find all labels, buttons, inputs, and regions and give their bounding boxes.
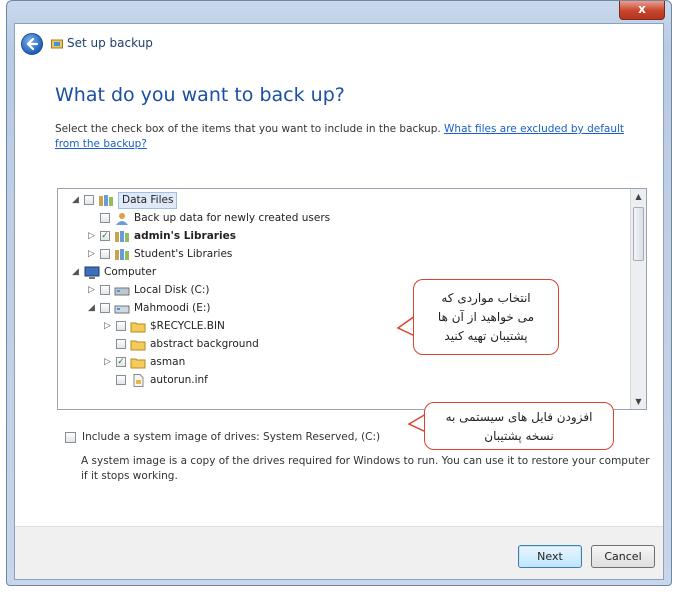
checkbox[interactable] xyxy=(116,321,126,331)
tree-item-label: Local Disk (C:) xyxy=(134,284,210,296)
page-title: What do you want to back up? xyxy=(55,84,345,106)
tree-item-label: Mahmoodi (E:) xyxy=(134,302,211,314)
libraries-icon xyxy=(115,231,129,242)
tree-item-new-users[interactable]: Back up data for newly created users xyxy=(88,210,488,227)
tree-item-label: Data Files xyxy=(118,192,178,209)
drive-icon xyxy=(114,287,130,296)
tree-item-abstract-background[interactable]: abstract background xyxy=(104,336,404,353)
tree-item-local-disk[interactable]: ▷ Local Disk (C:) xyxy=(88,282,388,299)
tree-item-mahmoodi-drive[interactable]: ◢ Mahmoodi (E:) xyxy=(88,300,388,317)
scroll-up-arrow-icon[interactable]: ▲ xyxy=(631,189,646,204)
tree-item-label: asman xyxy=(150,356,186,368)
collapse-arrow-icon[interactable]: ◢ xyxy=(72,192,82,209)
cancel-button[interactable]: Cancel xyxy=(591,545,655,568)
next-button[interactable]: Next xyxy=(518,545,582,568)
callout-line: پشتیبان تهیه کنید xyxy=(444,329,528,343)
callout-system-files: افزودن فایل های سیستمی به نسخه پشتیبان xyxy=(424,402,614,450)
tree-item-label: Back up data for newly created users xyxy=(134,212,331,224)
back-button[interactable] xyxy=(21,33,43,55)
dialog-footer: Next Cancel xyxy=(15,526,663,579)
callout-line: انتخاب مواردی که xyxy=(441,291,531,305)
checkbox[interactable] xyxy=(100,213,110,223)
checkbox[interactable] xyxy=(84,195,94,205)
tree-item-admin-libraries[interactable]: ▷ ✓ admin's Libraries xyxy=(88,228,388,245)
callout-line: افزودن فایل های سیستمی به xyxy=(445,410,593,424)
collapse-arrow-icon[interactable]: ◢ xyxy=(72,264,82,281)
checkbox-checked[interactable]: ✓ xyxy=(100,231,110,241)
checkbox[interactable] xyxy=(100,285,110,295)
tree-item-label: Computer xyxy=(104,266,157,278)
collapse-arrow-icon[interactable]: ◢ xyxy=(88,300,98,317)
system-image-checkbox[interactable] xyxy=(65,432,76,443)
drive-icon xyxy=(114,305,130,314)
tree-item-recycle-bin[interactable]: ▷ $RECYCLE.BIN xyxy=(104,318,404,335)
callout-line: می خواهید از آن ها xyxy=(437,310,535,324)
folder-icon xyxy=(130,358,146,369)
expand-arrow-icon[interactable]: ▷ xyxy=(88,246,98,263)
computer-icon xyxy=(84,266,100,279)
dialog-content: Set up backup What do you want to back u… xyxy=(14,23,664,580)
expand-arrow-icon[interactable]: ▷ xyxy=(104,354,114,371)
tree-scrollbar[interactable]: ▲ ▼ xyxy=(630,189,646,409)
folder-icon xyxy=(130,322,146,333)
expand-arrow-icon[interactable]: ▷ xyxy=(88,228,98,245)
callout-line: نسخه پشتیبان xyxy=(484,429,554,443)
file-icon xyxy=(133,374,144,387)
checkbox[interactable] xyxy=(100,303,110,313)
checkbox[interactable] xyxy=(100,249,110,259)
tree-item-label: abstract background xyxy=(150,338,259,350)
tree-item-data-files[interactable]: ◢ Data Files xyxy=(72,192,372,209)
users-icon xyxy=(116,213,128,225)
instructions-body: Select the check box of the items that y… xyxy=(55,123,441,135)
nav-title: Set up backup xyxy=(67,36,153,50)
backup-icon xyxy=(51,39,63,49)
tree-item-label: admin's Libraries xyxy=(134,230,236,242)
callout-select-items: انتخاب مواردی که می خواهید از آن ها پشتی… xyxy=(413,279,559,355)
libraries-icon xyxy=(99,195,113,206)
system-image-label: Include a system image of drives: System… xyxy=(82,431,381,443)
tree-item-autorun[interactable]: autorun.inf xyxy=(104,372,404,389)
scroll-thumb[interactable] xyxy=(633,207,644,261)
tree-item-label: Student's Libraries xyxy=(134,248,233,260)
dialog-window: x Set up backup What do you want to back… xyxy=(6,0,672,586)
tree-item-student-libraries[interactable]: ▷ Student's Libraries xyxy=(88,246,388,263)
close-button[interactable]: x xyxy=(619,1,665,20)
expand-arrow-icon[interactable]: ▷ xyxy=(88,282,98,299)
navigation-bar: Set up backup xyxy=(15,24,663,70)
scroll-down-arrow-icon[interactable]: ▼ xyxy=(631,394,646,409)
libraries-icon xyxy=(115,249,129,260)
tree-item-label: autorun.inf xyxy=(150,374,208,386)
tree-item-computer[interactable]: ◢ Computer xyxy=(72,264,372,281)
folder-icon xyxy=(130,340,146,351)
tree-item-asman[interactable]: ▷ ✓ asman xyxy=(104,354,404,371)
tree-item-label: $RECYCLE.BIN xyxy=(150,320,225,332)
instructions-text: Select the check box of the items that y… xyxy=(55,122,635,152)
checkbox-checked[interactable]: ✓ xyxy=(116,357,126,367)
title-bar[interactable]: x xyxy=(7,1,671,23)
checkbox[interactable] xyxy=(116,375,126,385)
system-image-note: A system image is a copy of the drives r… xyxy=(81,455,650,482)
arrow-left-icon xyxy=(26,37,39,51)
checkbox[interactable] xyxy=(116,339,126,349)
expand-arrow-icon[interactable]: ▷ xyxy=(104,318,114,335)
